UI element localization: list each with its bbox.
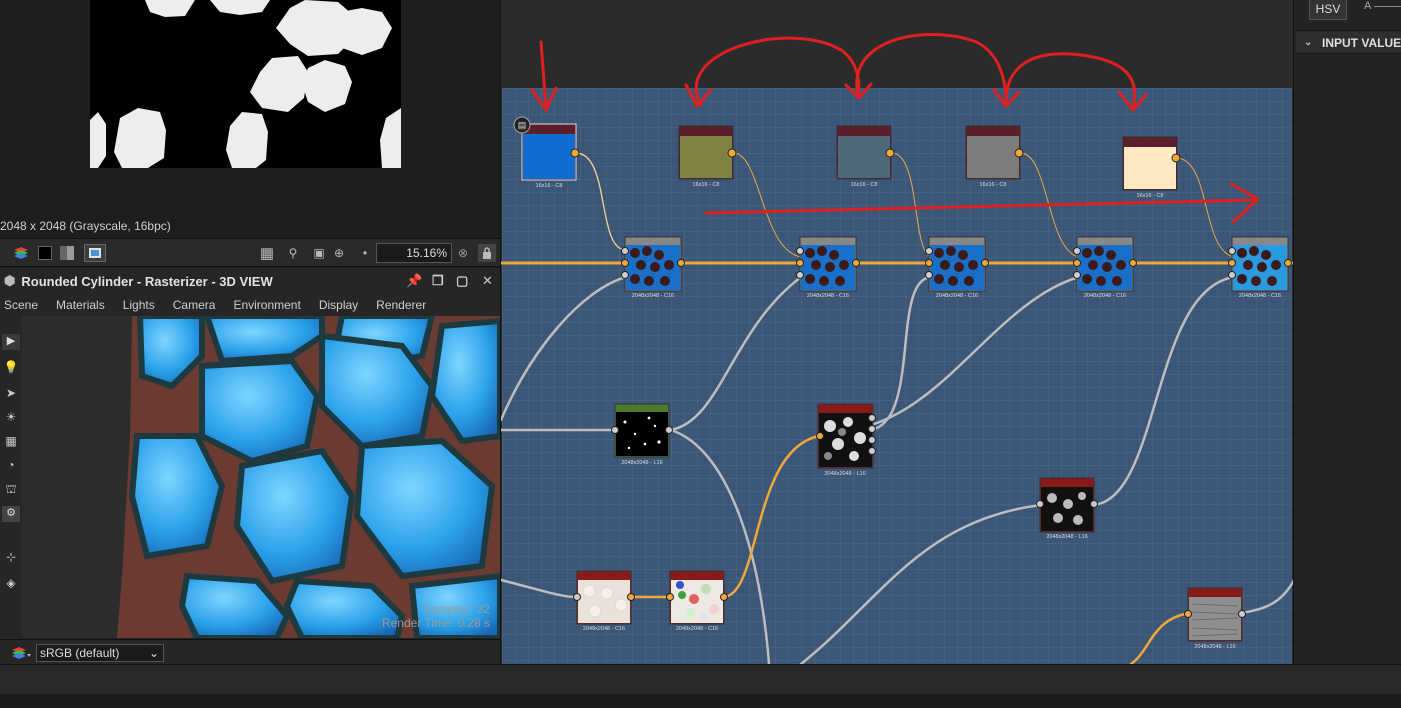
node-label: 2048x2048 - C16 xyxy=(806,293,850,299)
layers-3d-icon[interactable]: ◈ xyxy=(2,576,20,590)
node-label: 2048x2048 - C16 xyxy=(935,293,979,299)
node-label: 2048x2048 - C16 xyxy=(582,626,626,632)
menu-environment[interactable]: Environment xyxy=(233,298,300,312)
blend-node-1[interactable] xyxy=(621,236,685,296)
zoom-input[interactable]: 15.16% xyxy=(376,243,452,263)
3d-viewport[interactable]: Samples: 32 Render Time: 0.28 s xyxy=(22,316,500,638)
hsv-button[interactable]: HSV xyxy=(1309,0,1347,20)
blend-node-3[interactable] xyxy=(925,236,989,296)
bottom-bar xyxy=(0,664,1401,694)
node-graph[interactable]: ▤ 16x16 - C8 16x16 - C8 16x16 - C8 16x16… xyxy=(500,0,1293,664)
collapse-chevron-icon: ⌄ xyxy=(1304,37,1313,48)
node-label: 16x16 - C8 xyxy=(850,182,878,188)
node-label: 16x16 - C8 xyxy=(692,182,720,188)
menu-lights[interactable]: Lights xyxy=(123,298,155,312)
svg-text:▤: ▤ xyxy=(518,120,527,130)
center-icon[interactable]: ⊕ xyxy=(330,244,348,262)
2d-preview-image[interactable] xyxy=(90,0,401,168)
3d-view-title: Rounded Cylinder - Rasterizer - 3D VIEW xyxy=(21,273,273,289)
axis-icon[interactable]: ⊹ xyxy=(2,550,20,564)
node-label: 2048x2048 - L16 xyxy=(621,460,663,466)
channels-icon[interactable] xyxy=(58,244,76,262)
alpha-label: A xyxy=(1364,0,1372,12)
3d-view-menubar: Scene Materials Lights Camera Environmen… xyxy=(0,294,500,316)
layers-icon[interactable] xyxy=(10,244,32,262)
3d-view-sidebar: ▶ 💡 ➤ ☀ ▦ ◔ ⛫ ⚙ ⊹ ◈ xyxy=(0,316,22,640)
2d-view-toolbar: ▦ ⚲ ▣ ⊕ • 15.16% ⊗ xyxy=(0,238,500,267)
cube-icon: ⬢ xyxy=(4,273,16,288)
measure-icon[interactable]: ⚲ xyxy=(284,244,302,262)
flood-fill-node[interactable] xyxy=(573,570,635,629)
menu-scene[interactable]: Scene xyxy=(4,298,38,312)
layers-bottom-icon[interactable] xyxy=(10,644,32,662)
menu-display[interactable]: Display xyxy=(319,298,358,312)
environment-icon[interactable]: ☀ xyxy=(2,410,20,424)
color-space-select[interactable]: sRGB (default) ⌄ xyxy=(36,644,164,662)
node-label: 2048x2048 - C16 xyxy=(631,293,675,299)
3d-view-panel: ⬢ Rounded Cylinder - Rasterizer - 3D VIE… xyxy=(0,268,500,665)
black-swatch-icon[interactable] xyxy=(36,244,54,262)
blend-node-2[interactable] xyxy=(796,236,860,296)
menu-renderer[interactable]: Renderer xyxy=(376,298,426,312)
close-icon[interactable]: ✕ xyxy=(482,273,493,289)
uniform-color-node-slate[interactable] xyxy=(836,125,895,184)
camera-icon[interactable]: ▶ xyxy=(2,334,20,350)
color-display-icon[interactable] xyxy=(84,244,106,262)
3d-view-titlebar: ⬢ Rounded Cylinder - Rasterizer - 3D VIE… xyxy=(0,268,500,294)
color-space-value: sRGB (default) xyxy=(40,646,120,660)
uniform-color-node-grey[interactable] xyxy=(965,125,1024,184)
uniform-color-node-cream[interactable] xyxy=(1122,136,1181,195)
histogram-select-node[interactable] xyxy=(1036,477,1098,537)
node-label: 2048x2048 - L16 xyxy=(1046,534,1088,540)
2d-view-panel: 2048 x 2048 (Grayscale, 16bpc) xyxy=(0,0,500,238)
taskbar-strip xyxy=(0,694,1401,708)
lock-icon[interactable] xyxy=(478,244,496,262)
select-arrow-icon[interactable]: ➤ xyxy=(2,386,20,400)
node-label: 16x16 - C8 xyxy=(979,182,1007,188)
3d-view-bottombar: sRGB (default) ⌄ xyxy=(0,639,500,665)
node-label: 2048x2048 - L16 xyxy=(1194,644,1236,650)
grid-icon[interactable]: ▦ xyxy=(258,244,276,262)
flood-fill-random-color-node[interactable] xyxy=(666,570,728,629)
input-values-section[interactable]: ⌄ INPUT VALUES xyxy=(1296,30,1401,54)
blend-node-5[interactable] xyxy=(1228,236,1292,296)
window-icon[interactable]: ❐ xyxy=(432,273,444,289)
menu-materials[interactable]: Materials xyxy=(56,298,105,312)
node-label: 16x16 - C8 xyxy=(1136,193,1164,199)
node-label: 2048x2048 - L16 xyxy=(824,471,866,477)
node-label: 16x16 - C8 xyxy=(535,183,563,189)
shapes-icon[interactable]: ◔ xyxy=(2,458,20,472)
curvature-node[interactable] xyxy=(1184,587,1246,646)
texture-icon[interactable]: ▦ xyxy=(2,434,20,448)
menu-camera[interactable]: Camera xyxy=(173,298,216,312)
settings-icon[interactable]: ⚙ xyxy=(2,506,20,522)
object-icon[interactable]: ⛫ xyxy=(2,482,20,498)
rgba-split-node[interactable] xyxy=(816,403,876,473)
render-samples: Samples: 32 xyxy=(423,602,490,616)
chevron-down-icon: ⌄ xyxy=(148,646,159,660)
zoom-clear-icon[interactable]: ⊗ xyxy=(456,244,470,262)
render-time: Render Time: 0.28 s xyxy=(381,616,490,630)
resolution-info: 2048 x 2048 (Grayscale, 16bpc) xyxy=(0,219,171,233)
light-bulb-icon[interactable]: 💡 xyxy=(2,360,20,374)
uniform-color-node-olive[interactable] xyxy=(678,125,737,184)
properties-panel: HSV A ⌄ INPUT VALUES xyxy=(1293,0,1401,664)
input-values-title: INPUT VALUES xyxy=(1322,36,1401,50)
node-label: 2048x2048 - C16 xyxy=(1238,293,1282,299)
alpha-slider[interactable] xyxy=(1374,6,1401,7)
uniform-color-node-blue[interactable]: ▤ xyxy=(513,116,580,185)
pin-icon[interactable]: 📌 xyxy=(406,273,422,289)
curve-node[interactable] xyxy=(611,403,673,462)
node-label: 2048x2048 - C16 xyxy=(1083,293,1127,299)
zoom-dot-icon[interactable]: • xyxy=(358,244,372,262)
maximize-icon[interactable]: ▢ xyxy=(456,273,468,289)
fit-icon[interactable]: ▣ xyxy=(310,244,328,262)
node-label: 2048x2048 - C16 xyxy=(675,626,719,632)
blend-node-4[interactable] xyxy=(1073,236,1137,296)
